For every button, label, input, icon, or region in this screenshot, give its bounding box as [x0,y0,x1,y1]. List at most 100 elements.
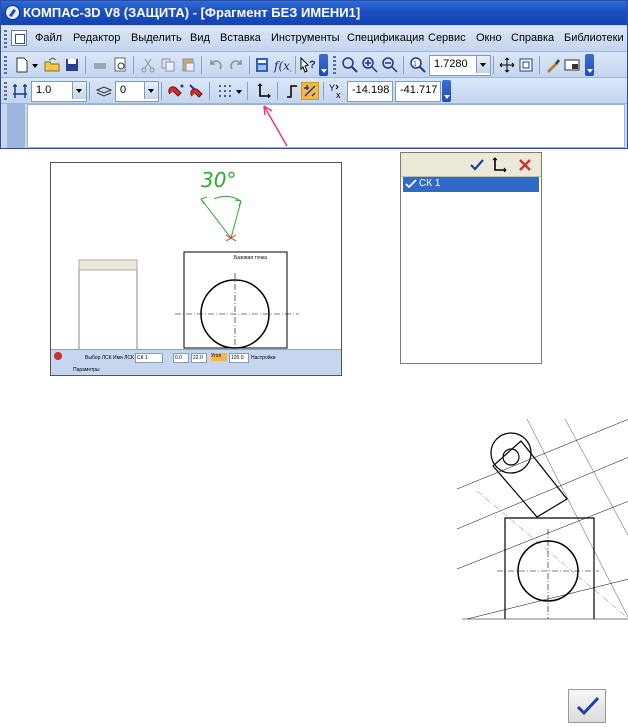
chevron-down-icon[interactable] [144,82,158,99]
cs-list-item[interactable]: СК 1 [403,177,539,192]
separator [295,56,296,74]
coordinate-y-field[interactable]: -41.717 [395,81,441,102]
separator [89,82,90,100]
copy-icon[interactable] [159,56,177,74]
lcs-name-value: СК 1 [137,355,148,361]
cut-icon[interactable] [139,56,157,74]
base-point-label: Базовая точка [234,255,267,261]
menu-select[interactable]: Выделить [131,32,182,44]
grip-handle[interactable] [333,56,336,74]
separator [133,56,134,74]
chevron-down-icon[interactable] [476,56,490,73]
local-coordinate-system-icon[interactable] [255,82,273,100]
cursor-step-icon[interactable] [11,82,29,100]
thumbnail-properties-panel: Выбор ЛСК Имя ЛСК СК 1 0.0 22.0 Угол 120… [51,349,341,375]
check-icon [576,696,600,716]
menu-window[interactable]: Окно [476,32,502,44]
separator [323,82,324,100]
lcs-name-label: Имя ЛСК [113,355,134,361]
drawing-thumbnail: 30° Базовая точка Выбор ЛСК Имя ЛСК СК 1… [50,162,342,376]
toolbar-overflow-button[interactable] [442,80,451,102]
delete-icon[interactable] [517,157,533,173]
menu-tools[interactable]: Инструменты [271,32,340,44]
compact-panel-tab[interactable] [7,104,25,148]
lcs-settings-label[interactable]: Настройки [251,355,276,361]
menu-edit[interactable]: Редактор [73,32,120,44]
cursor-step-combobox[interactable]: 1.0 [31,81,87,102]
layers-icon[interactable] [95,82,113,100]
checkmark-icon [405,179,417,189]
grid-icon[interactable] [216,82,234,100]
print-icon[interactable] [91,56,109,74]
grip-handle[interactable] [4,30,7,48]
ortho-mode-icon[interactable] [283,82,301,100]
menu-service[interactable]: Сервис [428,32,466,44]
menu-specification[interactable]: Спецификация [347,32,424,44]
svg-text:1: 1 [413,61,417,68]
zoom-in-icon[interactable] [361,56,379,74]
print-preview-icon[interactable] [111,56,129,74]
menu-libraries[interactable]: Библиотеки [564,32,624,44]
paste-icon[interactable] [179,56,197,74]
redraw-brush-icon[interactable] [544,56,562,74]
menu-help[interactable]: Справка [511,32,554,44]
round-coordinates-icon[interactable] [301,82,319,100]
toolbar-overflow-button[interactable] [585,54,594,76]
separator [209,82,210,100]
zoom-out-icon[interactable] [381,56,399,74]
svg-text:Y: Y [329,83,335,93]
redo-icon[interactable] [227,56,245,74]
snap-magnet-icon[interactable] [167,82,185,100]
lcs-x-field[interactable]: 0.0 [173,353,189,363]
thumbnail-drawing: 30° Базовая точка [78,168,299,349]
new-dropdown-icon[interactable] [31,56,39,74]
coordinate-x-value: -14.198 [352,84,390,96]
separator [247,82,248,100]
new-coordinate-system-icon[interactable] [491,157,509,173]
zoom-window-icon[interactable] [341,56,359,74]
document-menu-icon[interactable] [11,30,27,46]
zoom-scale-icon[interactable]: 1 [409,56,427,74]
drawing-canvas[interactable] [27,104,625,148]
open-folder-icon[interactable] [43,56,61,74]
lcs-angle-field[interactable]: 120.0 [229,353,249,363]
save-icon[interactable] [63,56,81,74]
variables-fx-icon[interactable]: f(x) [273,56,291,74]
menu-insert[interactable]: Вставка [220,32,261,44]
lcs-y-field[interactable]: 22.0 [191,353,207,363]
toolbar-overflow-button[interactable] [319,54,328,76]
menu-file[interactable]: Файл [35,32,62,44]
local-snap-magnet-icon[interactable] [187,82,205,100]
cs-panel-toolbar [401,153,541,177]
context-help-icon[interactable]: ? [299,56,317,74]
cursor-step-value: 1.0 [36,84,52,96]
main-window: КОМПАС-3D V8 (ЗАЩИТА) - [Фрагмент БЕЗ ИМ… [0,0,628,149]
manager-icon[interactable] [253,56,271,74]
separator [161,82,162,100]
grip-handle[interactable] [4,56,7,74]
grip-handle[interactable] [4,82,7,100]
lcs-name-field[interactable]: СК 1 [135,353,163,363]
chevron-down-icon[interactable] [72,82,86,99]
separator [201,56,202,74]
layer-combobox[interactable]: 0 [115,81,159,102]
zoom-scale-combobox[interactable]: 1.7280 [429,55,491,76]
menu-view[interactable]: Вид [190,32,210,44]
stop-icon[interactable] [54,352,62,360]
undo-icon[interactable] [207,56,225,74]
svg-text:x: x [336,90,341,100]
show-all-icon[interactable] [517,56,535,74]
new-document-icon[interactable] [13,56,31,74]
pan-move-icon[interactable] [498,56,516,74]
separator [539,56,540,74]
coordinates-icon: Yx [329,83,341,100]
lcs-angle-value: 120.0 [231,355,244,361]
coordinate-x-field[interactable]: -14.198 [347,81,393,102]
lcs-parameters-tab[interactable]: Параметры [73,367,100,373]
display-settings-icon[interactable] [563,56,581,74]
separator [277,82,278,100]
check-icon[interactable] [469,157,485,173]
grid-dropdown-icon[interactable] [235,82,243,100]
apply-button[interactable] [568,689,606,723]
coordinate-systems-panel: СК 1 [400,152,542,364]
